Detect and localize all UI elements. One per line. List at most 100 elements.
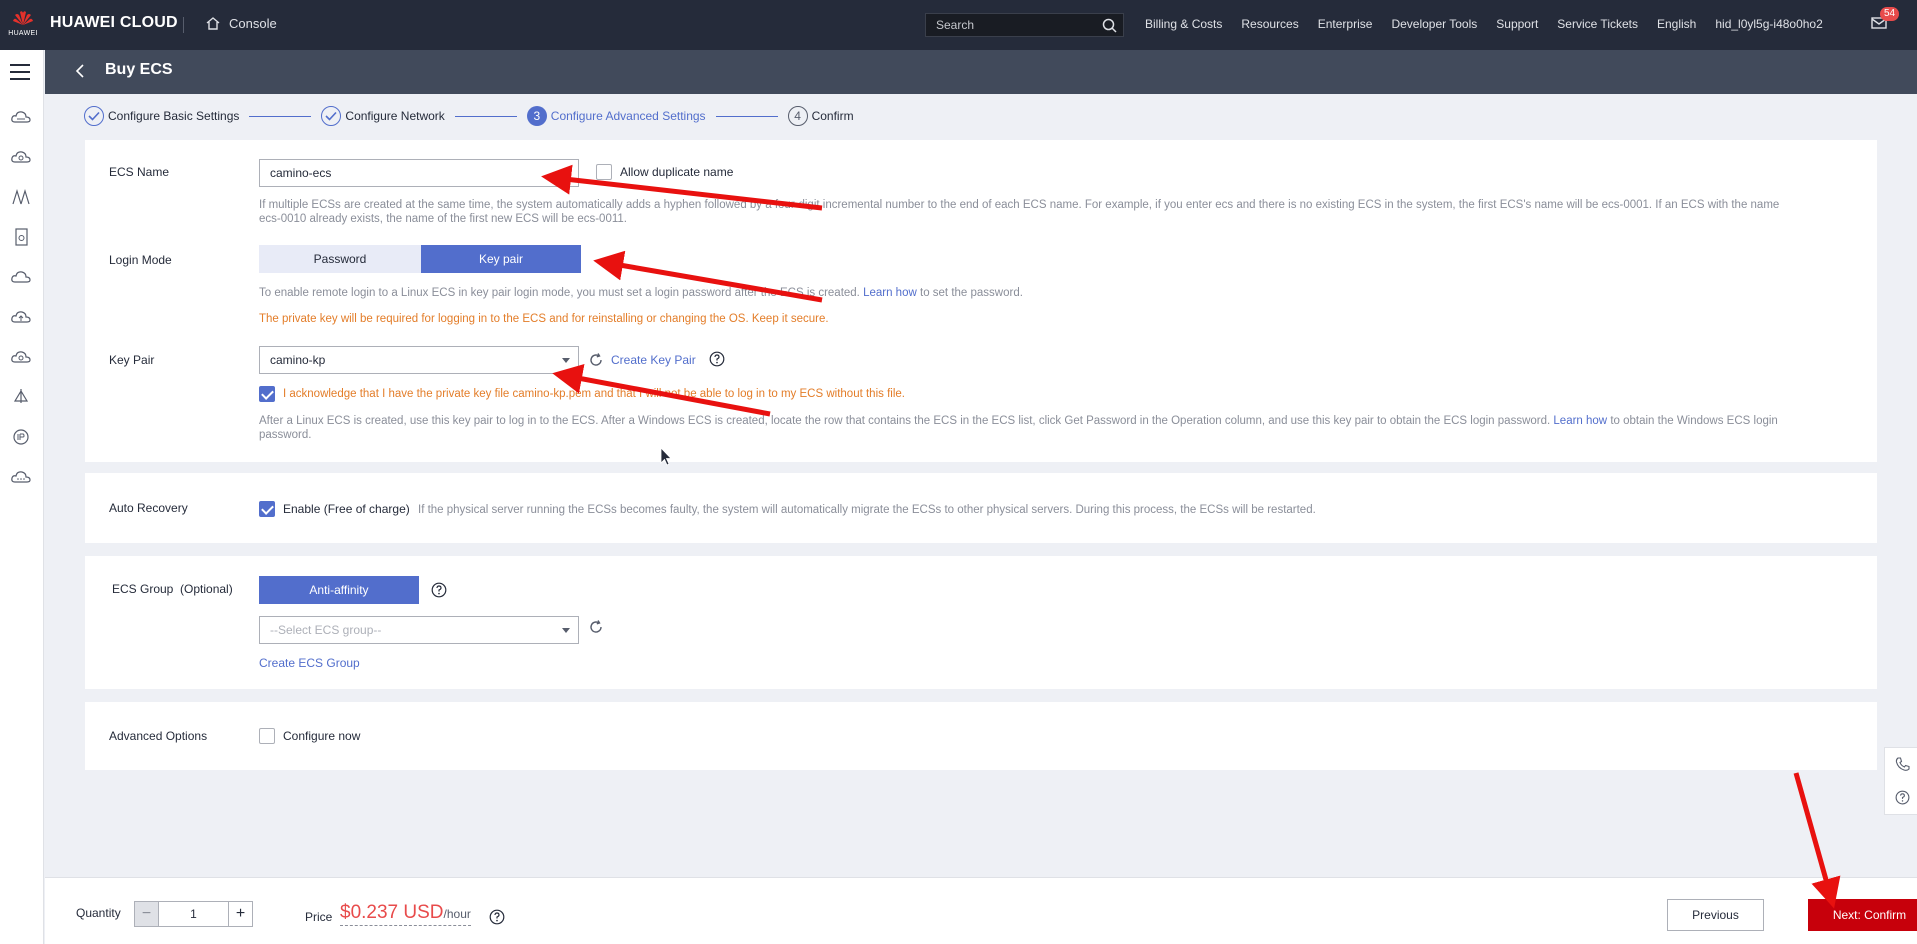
sail-icon[interactable] bbox=[10, 388, 32, 406]
previous-button[interactable]: Previous bbox=[1667, 899, 1764, 931]
annotation-arrow-next-confirm bbox=[1793, 772, 1841, 909]
nav-resources[interactable]: Resources bbox=[1241, 17, 1298, 31]
search-input[interactable] bbox=[934, 17, 1094, 33]
search-box[interactable] bbox=[925, 13, 1124, 37]
step-number: 3 bbox=[526, 106, 547, 126]
allow-duplicate-checkbox[interactable] bbox=[596, 164, 612, 180]
learn-how-link[interactable]: Learn how bbox=[863, 287, 917, 299]
ecs-group-select[interactable]: --Select ECS group-- bbox=[259, 616, 579, 644]
brand-name[interactable]: HUAWEI CLOUD bbox=[50, 14, 178, 32]
cloud-storage-icon[interactable] bbox=[10, 148, 32, 166]
console-link[interactable]: Console bbox=[205, 16, 277, 31]
key-pair-hint-text: After a Linux ECS is created, use this k… bbox=[259, 415, 1551, 427]
nav-service-tickets[interactable]: Service Tickets bbox=[1557, 17, 1638, 31]
nav-account[interactable]: hid_l0yl5g-i48o0ho2 bbox=[1715, 17, 1822, 31]
login-hint-suffix: to set the password. bbox=[920, 287, 1023, 299]
mouse-cursor-icon bbox=[660, 447, 672, 466]
learn-how-link[interactable]: Learn how bbox=[1553, 415, 1607, 427]
anti-affinity-button[interactable]: Anti-affinity bbox=[259, 576, 419, 604]
phone-icon[interactable] bbox=[1895, 757, 1910, 772]
price-amount: $0.237 USD bbox=[340, 902, 444, 923]
acknowledge-checkbox[interactable] bbox=[259, 386, 275, 402]
logo-subtext: HUAWEI bbox=[8, 30, 38, 37]
advanced-options-label: Advanced Options bbox=[109, 729, 208, 743]
console-label: Console bbox=[229, 16, 277, 31]
divider bbox=[183, 17, 184, 33]
key-pair-hint: After a Linux ECS is created, use this k… bbox=[259, 414, 1778, 428]
step-connector bbox=[715, 115, 778, 117]
home-icon bbox=[206, 17, 220, 30]
menu-icon[interactable] bbox=[10, 64, 30, 80]
advanced-options-panel: Advanced Options Configure now bbox=[85, 702, 1877, 770]
next-confirm-button[interactable]: Next: Confirm bbox=[1808, 899, 1917, 931]
key-pair-select[interactable]: camino-kp bbox=[259, 346, 579, 374]
huawei-logo[interactable]: HUAWEI bbox=[8, 8, 38, 42]
auto-recovery-checkbox[interactable] bbox=[259, 501, 275, 517]
key-pair-hint-suffix: to obtain the Windows ECS login bbox=[1610, 415, 1778, 427]
cloud-more-icon[interactable] bbox=[10, 468, 32, 486]
cloud-upload-icon[interactable] bbox=[10, 308, 32, 326]
login-mode-selector: Password Key pair bbox=[259, 245, 581, 273]
login-hint-text: To enable remote login to a Linux ECS in… bbox=[259, 287, 860, 299]
document-icon[interactable] bbox=[10, 228, 32, 246]
step-number: 4 bbox=[787, 106, 808, 126]
step-label: Configure Basic Settings bbox=[108, 109, 240, 123]
step-label: Confirm bbox=[811, 109, 854, 123]
nav-developer-tools[interactable]: Developer Tools bbox=[1391, 17, 1477, 31]
top-nav: Billing & Costs Resources Enterprise Dev… bbox=[1145, 17, 1842, 31]
help-icon[interactable] bbox=[1895, 790, 1910, 805]
key-pair-hint-2: password. bbox=[259, 429, 312, 441]
message-count-badge: 54 bbox=[1880, 7, 1899, 21]
help-icon[interactable] bbox=[489, 909, 505, 925]
increment-button[interactable]: + bbox=[228, 902, 252, 926]
messages-button[interactable]: 54 bbox=[1871, 7, 1899, 33]
price-label: Price bbox=[305, 910, 333, 924]
quantity-label: Quantity bbox=[76, 906, 121, 920]
floating-toolbar bbox=[1884, 747, 1917, 815]
create-ecs-group-link[interactable]: Create ECS Group bbox=[259, 656, 360, 670]
chevron-down-icon bbox=[562, 628, 570, 633]
cloud-icon[interactable] bbox=[10, 268, 32, 286]
left-sidebar bbox=[0, 50, 44, 944]
refresh-icon[interactable] bbox=[589, 620, 603, 634]
ecs-name-input[interactable] bbox=[259, 159, 579, 187]
auto-recovery-label: Auto Recovery bbox=[109, 501, 188, 515]
auto-recovery-enable-label: Enable (Free of charge) bbox=[283, 502, 410, 516]
key-pair-label: Key Pair bbox=[109, 353, 155, 367]
create-key-pair-link[interactable]: Create Key Pair bbox=[611, 353, 696, 367]
login-mode-keypair[interactable]: Key pair bbox=[421, 245, 581, 273]
back-arrow-icon[interactable] bbox=[75, 63, 85, 79]
step-confirm: 4 Confirm bbox=[787, 106, 854, 126]
cloud-sync-icon[interactable] bbox=[10, 348, 32, 366]
help-icon[interactable] bbox=[431, 582, 447, 598]
nav-support[interactable]: Support bbox=[1496, 17, 1538, 31]
huawei-flower-icon bbox=[13, 11, 33, 25]
decrement-button[interactable]: − bbox=[135, 902, 159, 926]
quantity-value[interactable]: 1 bbox=[159, 902, 228, 926]
key-pair-value: camino-kp bbox=[270, 353, 326, 367]
ecs-name-hint: If multiple ECSs are created at the same… bbox=[259, 199, 1780, 211]
login-mode-password[interactable]: Password bbox=[259, 245, 421, 273]
ecs-group-panel: ECS Group (Optional) Anti-affinity --Sel… bbox=[85, 556, 1877, 689]
ecs-name-label: ECS Name bbox=[109, 165, 170, 179]
check-icon bbox=[321, 106, 342, 126]
nav-language[interactable]: English bbox=[1657, 17, 1696, 31]
chevron-down-icon bbox=[562, 358, 570, 363]
search-icon[interactable] bbox=[1102, 18, 1117, 33]
nav-enterprise[interactable]: Enterprise bbox=[1318, 17, 1373, 31]
ecs-name-hint-2: ecs-0010 already exists, the name of the… bbox=[259, 213, 627, 225]
page-header: Buy ECS bbox=[45, 50, 1917, 94]
help-icon[interactable] bbox=[709, 351, 725, 367]
price-value[interactable]: $0.237 USD/hour bbox=[340, 902, 471, 926]
cloud-server-icon[interactable] bbox=[10, 108, 32, 126]
ip-icon[interactable] bbox=[10, 428, 32, 446]
refresh-icon[interactable] bbox=[589, 353, 603, 367]
price-unit: /hour bbox=[443, 907, 471, 921]
step-connector bbox=[249, 115, 312, 117]
instance-settings-panel: ECS Name Allow duplicate name If multipl… bbox=[85, 140, 1877, 462]
check-icon bbox=[84, 106, 104, 126]
nav-billing[interactable]: Billing & Costs bbox=[1145, 17, 1222, 31]
network-icon[interactable] bbox=[10, 188, 32, 206]
bottom-bar: Quantity − 1 + Price $0.237 USD/hour Pre… bbox=[45, 877, 1917, 944]
configure-now-checkbox[interactable] bbox=[259, 728, 275, 744]
